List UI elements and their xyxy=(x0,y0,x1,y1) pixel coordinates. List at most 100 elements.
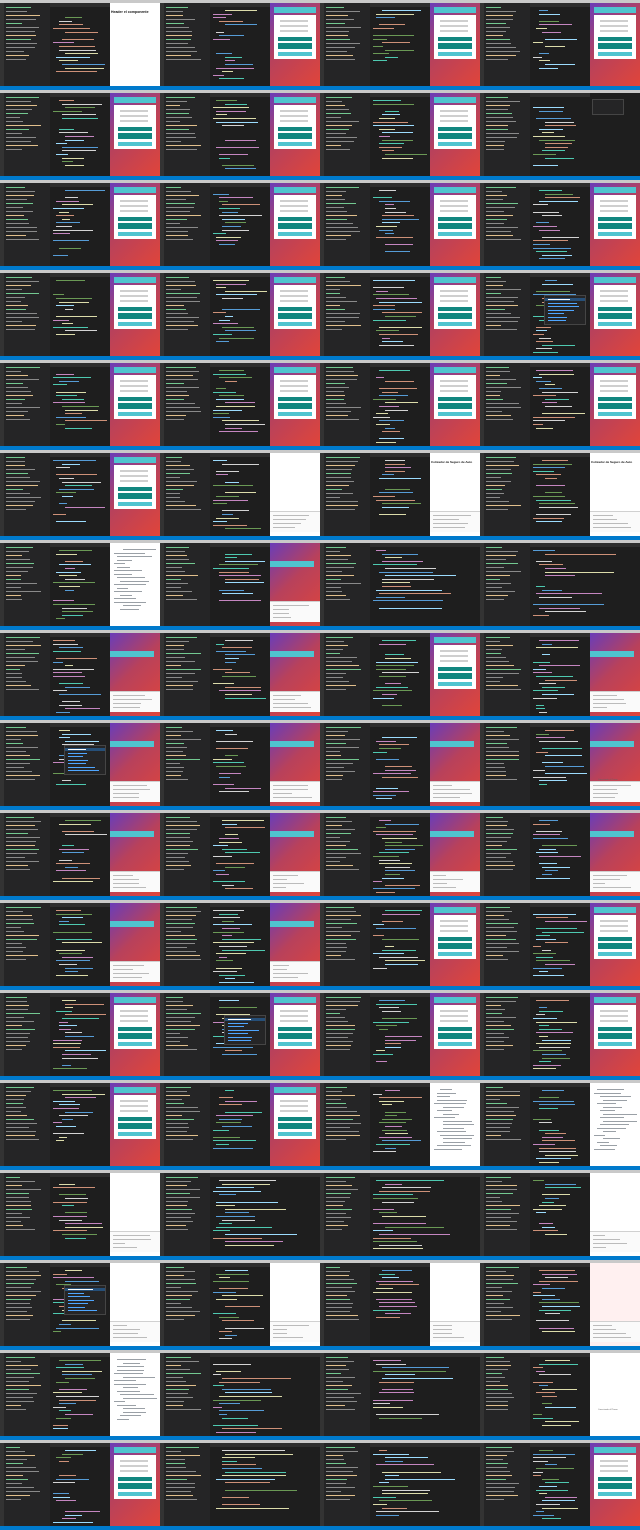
explorer-item[interactable] xyxy=(6,141,31,142)
explorer-item[interactable] xyxy=(326,1373,341,1374)
explorer-item[interactable] xyxy=(326,391,344,392)
explorer-item[interactable] xyxy=(326,567,354,568)
explorer-item[interactable] xyxy=(6,1361,21,1362)
explorer-item[interactable] xyxy=(166,31,192,32)
explorer-item[interactable] xyxy=(6,1135,35,1136)
explorer-item[interactable] xyxy=(166,391,187,392)
explorer-item[interactable] xyxy=(166,121,180,122)
explorer-item[interactable] xyxy=(6,771,32,772)
explorer-item[interactable] xyxy=(6,1487,34,1488)
code-editor[interactable] xyxy=(50,183,110,266)
code-editor[interactable] xyxy=(530,1353,590,1436)
code-editor[interactable] xyxy=(370,3,430,86)
explorer-item[interactable] xyxy=(6,931,24,932)
form-select[interactable] xyxy=(600,385,628,387)
explorer-item[interactable] xyxy=(166,305,184,306)
explorer-item[interactable] xyxy=(326,1115,360,1116)
explorer-item[interactable] xyxy=(326,849,358,850)
autocomplete-popup[interactable] xyxy=(64,745,106,775)
explorer-item[interactable] xyxy=(486,919,509,920)
explorer-item[interactable] xyxy=(6,1185,22,1186)
explorer-item[interactable] xyxy=(486,1201,502,1202)
explorer-item[interactable] xyxy=(486,223,504,224)
autocomplete-popup[interactable] xyxy=(224,1015,266,1045)
explorer-item[interactable] xyxy=(486,547,502,548)
explorer-item[interactable] xyxy=(326,1315,358,1316)
explorer-item[interactable] xyxy=(326,563,356,564)
explorer-item[interactable] xyxy=(166,1217,191,1218)
code-editor[interactable] xyxy=(370,183,430,266)
explorer-item[interactable] xyxy=(166,1389,189,1390)
explorer-item[interactable] xyxy=(486,207,515,208)
explorer-item[interactable] xyxy=(166,1385,196,1386)
explorer-item[interactable] xyxy=(6,485,38,486)
form-select[interactable] xyxy=(120,210,148,212)
explorer-item[interactable] xyxy=(6,1295,36,1296)
explorer-item[interactable] xyxy=(326,145,341,146)
explorer-item[interactable] xyxy=(326,1361,354,1362)
explorer-item[interactable] xyxy=(166,579,181,580)
form-select[interactable] xyxy=(600,1010,628,1012)
explorer-item[interactable] xyxy=(6,1377,34,1378)
explorer-item[interactable] xyxy=(6,231,37,232)
form-select[interactable] xyxy=(440,650,468,652)
explorer-item[interactable] xyxy=(166,125,197,126)
explorer-item[interactable] xyxy=(166,837,190,838)
explorer-item[interactable] xyxy=(326,1213,346,1214)
explorer-item[interactable] xyxy=(486,599,504,600)
explorer-item[interactable] xyxy=(6,1405,21,1406)
explorer-item[interactable] xyxy=(6,1385,41,1386)
explorer-item[interactable] xyxy=(6,751,26,752)
explorer-item[interactable] xyxy=(6,281,39,282)
explorer-item[interactable] xyxy=(6,277,32,278)
form-select[interactable] xyxy=(280,390,308,392)
explorer-item[interactable] xyxy=(486,509,508,510)
explorer-item[interactable] xyxy=(166,927,193,928)
explorer-item[interactable] xyxy=(166,505,196,506)
explorer-item[interactable] xyxy=(486,997,518,998)
explorer-item[interactable] xyxy=(486,187,516,188)
devtools-panel[interactable] xyxy=(270,691,320,712)
explorer-item[interactable] xyxy=(486,1189,517,1190)
explorer-item[interactable] xyxy=(486,1029,514,1030)
explorer-item[interactable] xyxy=(326,109,349,110)
form-select[interactable] xyxy=(440,20,468,22)
explorer-item[interactable] xyxy=(326,677,343,678)
explorer-item[interactable] xyxy=(166,1209,192,1210)
video-frame-thumbnail[interactable] xyxy=(160,540,320,630)
explorer-item[interactable] xyxy=(326,865,353,866)
form-select[interactable] xyxy=(280,120,308,122)
explorer-item[interactable] xyxy=(166,1459,185,1460)
explorer-item[interactable] xyxy=(486,219,507,220)
explorer-item[interactable] xyxy=(166,853,188,854)
form-select[interactable] xyxy=(120,480,148,482)
explorer-item[interactable] xyxy=(6,47,35,48)
explorer-item[interactable] xyxy=(6,27,39,28)
explorer-item[interactable] xyxy=(6,403,22,404)
form-select[interactable] xyxy=(440,1020,468,1022)
explorer-item[interactable] xyxy=(326,931,360,932)
explorer-item[interactable] xyxy=(326,35,348,36)
explorer-item[interactable] xyxy=(166,1451,181,1452)
explorer-item[interactable] xyxy=(486,1475,512,1476)
explorer-item[interactable] xyxy=(6,1103,23,1104)
explorer-item[interactable] xyxy=(326,1495,355,1496)
explorer-item[interactable] xyxy=(486,1111,514,1112)
explorer-item[interactable] xyxy=(326,661,352,662)
video-frame-thumbnail[interactable] xyxy=(480,1260,640,1350)
quote-button[interactable] xyxy=(278,127,312,131)
explorer-item[interactable] xyxy=(6,285,31,286)
explorer-item[interactable] xyxy=(6,1307,32,1308)
explorer-item[interactable] xyxy=(486,465,519,466)
explorer-item[interactable] xyxy=(166,1001,183,1002)
explorer-item[interactable] xyxy=(486,825,507,826)
code-editor[interactable] xyxy=(370,363,430,446)
explorer-item[interactable] xyxy=(6,1389,29,1390)
form-select[interactable] xyxy=(440,380,468,382)
form-select[interactable] xyxy=(600,295,628,297)
explorer-item[interactable] xyxy=(6,829,38,830)
explorer-item[interactable] xyxy=(6,11,27,12)
explorer-item[interactable] xyxy=(166,1045,188,1046)
code-editor[interactable] xyxy=(50,813,110,896)
explorer-item[interactable] xyxy=(486,35,503,36)
